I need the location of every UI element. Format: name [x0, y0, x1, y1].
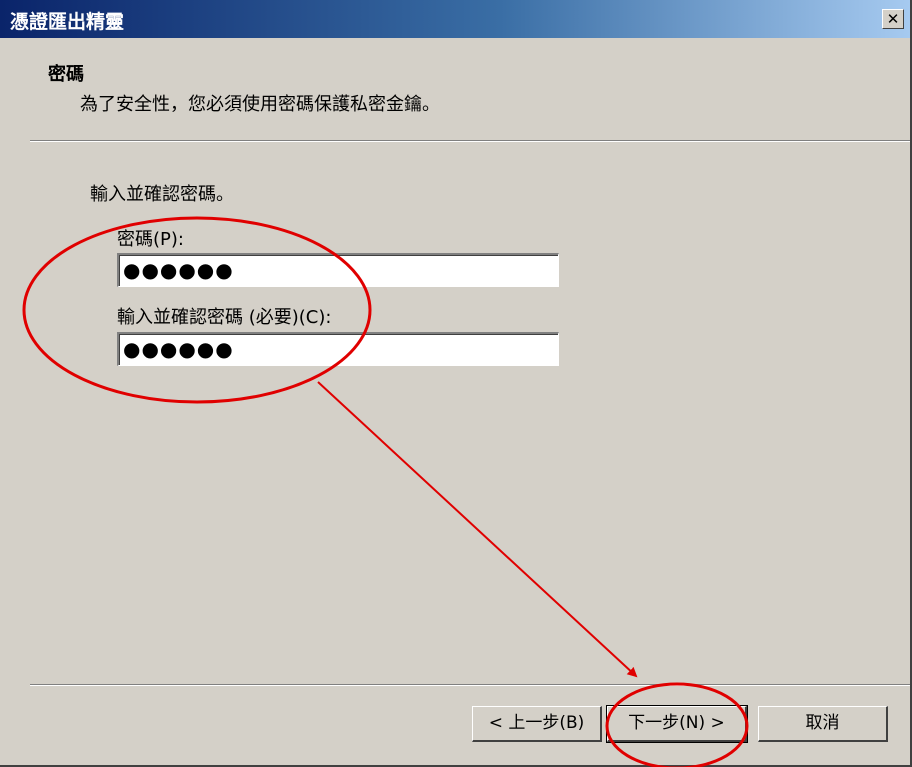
certificate-export-wizard: 憑證匯出精靈 ✕ 密碼 為了安全性，您必須使用密碼保護私密金鑰。 輸入並確認密碼… [0, 0, 912, 767]
cancel-button[interactable]: 取消 [758, 706, 888, 742]
password-field[interactable]: ●●●●●● [117, 253, 559, 287]
back-button[interactable]: < 上一步(B) [472, 706, 602, 742]
next-button[interactable]: 下一步(N) > [606, 705, 748, 743]
title-bar: 憑證匯出精靈 ✕ [0, 0, 910, 38]
page-subtitle: 為了安全性，您必須使用密碼保護私密金鑰。 [80, 94, 440, 115]
close-button[interactable]: ✕ [882, 9, 904, 29]
instruction-text: 輸入並確認密碼。 [90, 184, 234, 205]
confirm-password-label: 輸入並確認密碼 (必要)(C): [117, 307, 332, 328]
confirm-password-field[interactable]: ●●●●●● [117, 332, 559, 366]
password-label: 密碼(P): [117, 229, 184, 250]
close-icon: ✕ [886, 10, 900, 28]
wizard-header: 密碼 為了安全性，您必須使用密碼保護私密金鑰。 [0, 38, 910, 138]
window-title: 憑證匯出精靈 [10, 11, 125, 33]
footer-divider [30, 684, 910, 686]
header-divider [30, 140, 910, 142]
page-title: 密碼 [48, 64, 84, 85]
